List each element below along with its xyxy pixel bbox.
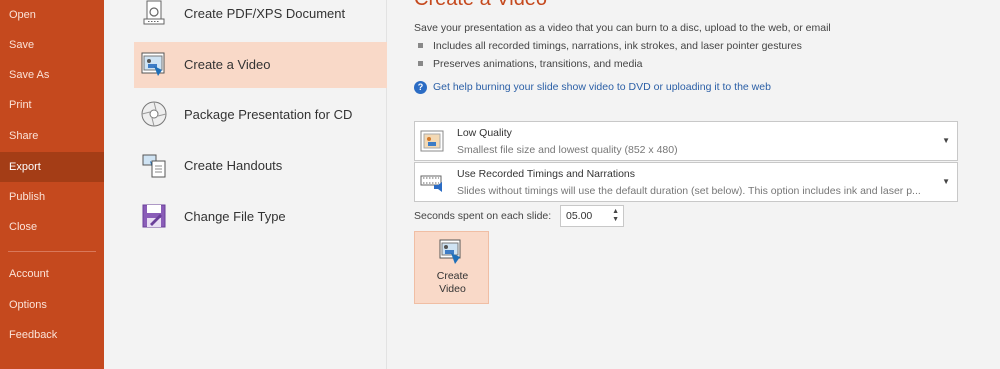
file-type-icon	[142, 204, 166, 228]
sidebar-item-save[interactable]: Save	[0, 30, 104, 60]
option-label: Package Presentation for CD	[184, 107, 353, 122]
export-options-list: Create PDF/XPS Document Create a Video P…	[104, 0, 387, 369]
option-change-file-type[interactable]: Change File Type	[134, 194, 387, 240]
bullet-marker	[418, 60, 423, 66]
option-create-video[interactable]: Create a Video	[134, 42, 387, 88]
quality-selected: Low Quality	[457, 127, 512, 139]
feature-bullet: Preserves animations, transitions, and m…	[418, 58, 643, 70]
sidebar-item-export[interactable]: Export	[0, 152, 104, 182]
quality-description: Smallest file size and lowest quality (8…	[457, 144, 678, 156]
help-icon: ?	[414, 81, 427, 94]
option-label: Create Handouts	[184, 158, 283, 173]
sidebar-item-close[interactable]: Close	[0, 212, 104, 242]
pdf-document-icon	[143, 0, 165, 25]
timings-description: Slides without timings will use the defa…	[457, 185, 921, 197]
create-video-label-line1: Create	[436, 270, 469, 282]
pane-title: Create a Video	[414, 0, 547, 11]
timings-selected: Use Recorded Timings and Narrations	[457, 168, 635, 180]
sidebar-item-feedback[interactable]: Feedback	[0, 320, 104, 350]
option-create-handouts[interactable]: Create Handouts	[134, 143, 387, 189]
help-link-text[interactable]: Get help burning your slide show video t…	[433, 81, 771, 93]
help-link[interactable]: ? Get help burning your slide show video …	[414, 81, 771, 94]
cd-icon	[141, 101, 167, 127]
create-video-pane: Create a Video Save your presentation as…	[388, 0, 1000, 369]
pane-description: Save your presentation as a video that y…	[414, 22, 831, 34]
video-icon	[141, 52, 165, 76]
create-video-button[interactable]: Create Video	[414, 231, 489, 304]
create-video-label-line2: Video	[439, 283, 466, 295]
sidebar-item-options[interactable]: Options	[0, 290, 104, 320]
option-label: Change File Type	[184, 209, 286, 224]
sidebar-item-print[interactable]: Print	[0, 90, 104, 120]
bullet-marker	[418, 42, 423, 48]
option-package-cd[interactable]: Package Presentation for CD	[134, 92, 387, 138]
handouts-icon	[142, 154, 166, 178]
create-video-label: Create Video	[415, 270, 490, 296]
seconds-per-slide-spinner[interactable]: ▲ ▼	[560, 205, 624, 227]
option-label: Create PDF/XPS Document	[184, 6, 346, 21]
sidebar-item-share[interactable]: Share	[0, 121, 104, 151]
sidebar-item-save-as[interactable]: Save As	[0, 60, 104, 90]
quality-dropdown[interactable]: Low Quality Smallest file size and lowes…	[414, 121, 958, 161]
bullet-text: Includes all recorded timings, narration…	[433, 40, 802, 52]
create-video-icon	[439, 239, 461, 264]
timings-narration-icon	[420, 175, 442, 192]
presentation-quality-icon	[420, 130, 444, 152]
sidebar-item-publish[interactable]: Publish	[0, 182, 104, 212]
timings-dropdown[interactable]: Use Recorded Timings and Narrations Slid…	[414, 162, 958, 202]
sidebar-item-account[interactable]: Account	[0, 259, 104, 289]
bullet-text: Preserves animations, transitions, and m…	[433, 58, 643, 70]
spinner-down-icon[interactable]: ▼	[612, 216, 619, 223]
dropdown-arrow-icon: ▼	[942, 136, 950, 145]
seconds-per-slide-label: Seconds spent on each slide:	[414, 210, 552, 222]
feature-bullet: Includes all recorded timings, narration…	[418, 40, 802, 52]
dropdown-arrow-icon: ▼	[942, 177, 950, 186]
option-create-pdf-xps[interactable]: Create PDF/XPS Document	[134, 0, 387, 37]
backstage-sidebar: Open Save Save As Print Share Export Pub…	[0, 0, 104, 369]
spinner-up-icon[interactable]: ▲	[612, 208, 619, 215]
seconds-per-slide-input[interactable]	[566, 209, 606, 223]
option-label: Create a Video	[184, 57, 271, 72]
sidebar-item-open[interactable]: Open	[0, 0, 104, 30]
sidebar-divider	[8, 251, 96, 252]
